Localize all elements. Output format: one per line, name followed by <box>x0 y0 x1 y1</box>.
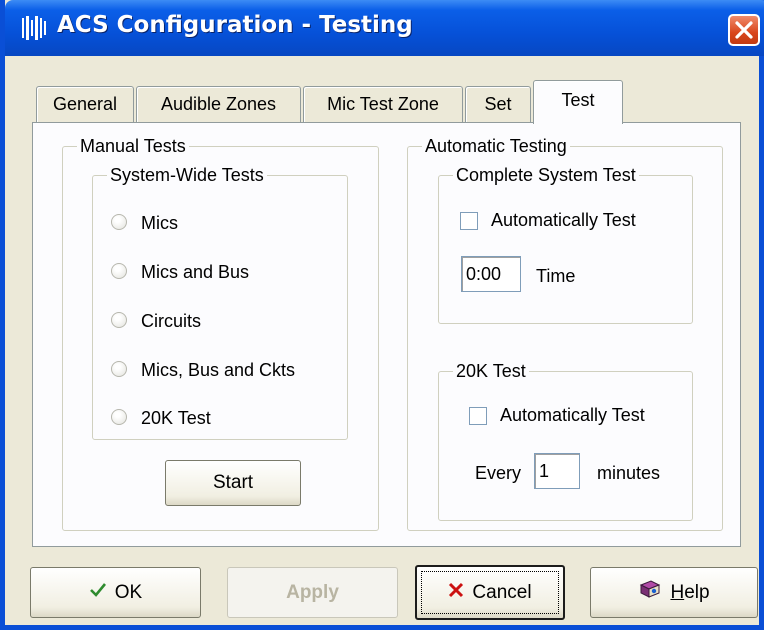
20k-auto-test-label: Automatically Test <box>500 405 645 425</box>
tab-test[interactable]: Test <box>533 80 623 124</box>
help-label-rest: elp <box>684 581 710 603</box>
radio-label-mics-and-bus: Mics and Bus <box>141 262 250 282</box>
tab-general[interactable]: General <box>36 86 134 122</box>
system-wide-tests-title: System-Wide Tests <box>107 164 267 186</box>
help-accelerator: H <box>670 581 685 603</box>
20k-auto-test-checkbox[interactable] <box>469 407 487 425</box>
tab-audible-zones[interactable]: Audible Zones <box>136 86 301 122</box>
start-button-label: Start <box>212 472 254 493</box>
time-input[interactable] <box>461 256 521 292</box>
20k-test-title: 20K Test <box>453 360 529 382</box>
apply-button-label: Apply <box>286 581 339 603</box>
cancel-button[interactable]: Cancel <box>415 565 565 620</box>
tab-mic-test-zone[interactable]: Mic Test Zone <box>303 86 463 122</box>
radio-label-20k-test: 20K Test <box>141 408 211 428</box>
complete-system-test-title: Complete System Test <box>453 164 639 186</box>
radio-button[interactable] <box>111 409 127 425</box>
radio-button[interactable] <box>111 312 127 328</box>
radio-button[interactable] <box>111 263 127 279</box>
close-button[interactable] <box>728 14 760 46</box>
radio-mics[interactable]: Mics <box>111 211 331 235</box>
radio-button[interactable] <box>111 214 127 230</box>
radio-button[interactable] <box>111 361 127 377</box>
radio-20k-test[interactable]: 20K Test <box>111 406 331 430</box>
radio-mics-bus-ckts[interactable]: Mics, Bus and Ckts <box>111 358 341 382</box>
time-label: Time <box>536 266 576 286</box>
ok-button-label: OK <box>114 581 143 603</box>
window-title: ACS Configuration - Testing <box>57 12 413 38</box>
20k-test-group: 20K Test Automatically Test Every minute… <box>438 360 693 521</box>
ok-button[interactable]: OK <box>30 567 201 618</box>
title-bar[interactable]: ACS Configuration - Testing <box>5 0 764 56</box>
system-wide-tests-group: System-Wide Tests Mics Mics and Bus Circ… <box>92 164 348 440</box>
complete-auto-test-checkbox[interactable] <box>460 212 478 230</box>
help-button-label: Help <box>670 582 709 604</box>
help-book-icon <box>638 579 662 607</box>
manual-tests-group: Manual Tests System-Wide Tests Mics Mics… <box>62 135 379 531</box>
checkmark-icon <box>89 582 107 604</box>
manual-tests-title: Manual Tests <box>77 135 189 157</box>
close-icon <box>735 21 753 39</box>
app-icon <box>21 14 47 42</box>
help-button[interactable]: Help <box>590 567 758 618</box>
radio-label-circuits: Circuits <box>141 311 202 331</box>
automatic-testing-group: Automatic Testing Complete System Test A… <box>407 135 723 531</box>
every-label: Every <box>475 463 522 483</box>
radio-label-mics: Mics <box>141 213 178 233</box>
minutes-label: minutes <box>597 463 661 483</box>
focus-rectangle <box>421 571 559 614</box>
complete-system-test-group: Complete System Test Automatically Test … <box>438 164 693 324</box>
every-minutes-input[interactable] <box>534 453 580 489</box>
radio-mics-and-bus[interactable]: Mics and Bus <box>111 260 331 284</box>
tab-set[interactable]: Set <box>465 86 531 122</box>
dialog-window: ACS Configuration - Testing General Audi… <box>0 0 764 630</box>
radio-label-mics-bus-ckts: Mics, Bus and Ckts <box>141 360 296 380</box>
tab-panel-test: Manual Tests System-Wide Tests Mics Mics… <box>32 122 741 547</box>
complete-auto-test-label: Automatically Test <box>491 210 636 230</box>
automatic-testing-title: Automatic Testing <box>422 135 570 157</box>
radio-circuits[interactable]: Circuits <box>111 309 331 333</box>
start-button[interactable]: Start <box>165 460 301 506</box>
apply-button[interactable]: Apply <box>227 567 398 618</box>
